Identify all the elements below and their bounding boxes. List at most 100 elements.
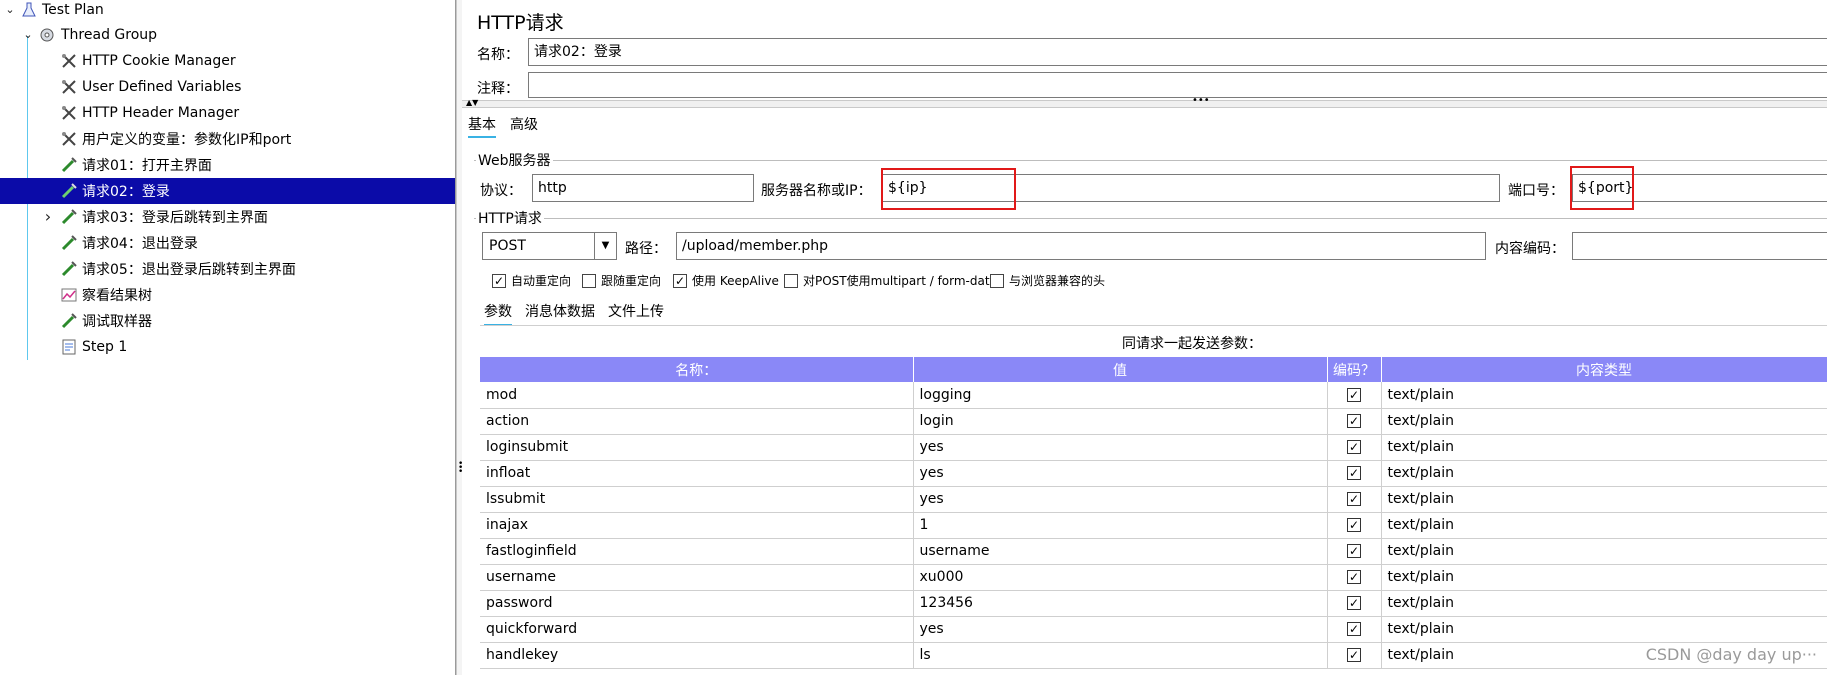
table-row[interactable]: handlekey ls ✓ text/plain xyxy=(480,642,1827,669)
param-content-type[interactable]: text/plain xyxy=(1381,616,1827,643)
param-name[interactable]: lssubmit xyxy=(480,486,914,513)
table-row[interactable]: username xu000 ✓ text/plain xyxy=(480,564,1827,591)
tree-item-request-04[interactable]: 请求04：退出登录 xyxy=(0,230,455,256)
tree-item-step-1[interactable]: Step 1 xyxy=(0,334,455,360)
param-value[interactable]: yes xyxy=(913,460,1328,487)
multipart-checkbox[interactable]: 对POST使用multipart / form-data xyxy=(784,272,997,289)
table-row[interactable]: action login ✓ text/plain xyxy=(480,408,1827,435)
param-value[interactable]: yes xyxy=(913,616,1328,643)
param-value[interactable]: login xyxy=(913,408,1328,435)
tree-item-test-plan[interactable]: ⌄ Test Plan xyxy=(0,0,455,23)
tree-item-request-02[interactable]: 请求02：登录 xyxy=(0,178,455,204)
tab-body-data[interactable]: 消息体数据 xyxy=(525,301,595,324)
param-content-type[interactable]: text/plain xyxy=(1381,486,1827,513)
table-row[interactable]: inajax 1 ✓ text/plain xyxy=(480,512,1827,539)
keepalive-checkbox[interactable]: ✓ 使用 KeepAlive xyxy=(673,272,779,289)
protocol-field[interactable]: http xyxy=(532,174,754,202)
test-plan-tree[interactable]: ⌄ Test Plan ⌄ Thread Group HTTP Cookie M… xyxy=(0,0,456,675)
param-name[interactable]: action xyxy=(480,408,914,435)
browser-headers-checkbox[interactable]: 与浏览器兼容的头 xyxy=(990,272,1105,289)
tree-item-request-05[interactable]: 请求05：退出登录后跳转到主界面 xyxy=(0,256,455,282)
param-value[interactable]: 1 xyxy=(913,512,1328,539)
chevron-down-icon[interactable]: ⌄ xyxy=(22,29,34,41)
encoding-field[interactable] xyxy=(1572,232,1827,260)
table-row[interactable]: fastloginfield username ✓ text/plain xyxy=(480,538,1827,565)
param-encode[interactable]: ✓ xyxy=(1327,590,1382,617)
column-header-content-type[interactable]: 内容类型 xyxy=(1381,357,1827,382)
table-row[interactable]: loginsubmit yes ✓ text/plain xyxy=(480,434,1827,461)
tab-parameters[interactable]: 参数 xyxy=(484,301,512,326)
param-content-type[interactable]: text/plain xyxy=(1381,590,1827,617)
param-name[interactable]: loginsubmit xyxy=(480,434,914,461)
column-header-name[interactable]: 名称： xyxy=(480,357,914,382)
tab-basic[interactable]: 基本 xyxy=(468,114,496,138)
column-header-value[interactable]: 值 xyxy=(913,357,1328,382)
tree-item-user-defined-variables[interactable]: User Defined Variables xyxy=(0,74,455,100)
follow-redirect-checkbox[interactable]: 跟随重定向 xyxy=(582,272,661,289)
param-value[interactable]: ls xyxy=(913,642,1328,669)
table-row[interactable]: lssubmit yes ✓ text/plain xyxy=(480,486,1827,513)
param-name[interactable]: infloat xyxy=(480,460,914,487)
table-row[interactable]: password 123456 ✓ text/plain xyxy=(480,590,1827,617)
column-header-encode[interactable]: 编码？ xyxy=(1327,357,1382,382)
chevron-right-icon[interactable]: › xyxy=(42,209,54,225)
param-value[interactable]: xu000 xyxy=(913,564,1328,591)
tree-item-http-cookie-manager[interactable]: HTTP Cookie Manager xyxy=(0,48,455,74)
param-encode[interactable]: ✓ xyxy=(1327,460,1382,487)
param-encode[interactable]: ✓ xyxy=(1327,512,1382,539)
param-name[interactable]: password xyxy=(480,590,914,617)
tree-item-request-03[interactable]: › 请求03：登录后跳转到主界面 xyxy=(0,204,455,230)
dropdown-arrow-icon[interactable]: ▼ xyxy=(594,233,616,259)
param-content-type[interactable]: text/plain xyxy=(1381,434,1827,461)
param-encode[interactable]: ✓ xyxy=(1327,486,1382,513)
tree-item-http-header-manager[interactable]: HTTP Header Manager xyxy=(0,100,455,126)
config-tabs: 基本 高级 xyxy=(462,110,1827,138)
param-value[interactable]: yes xyxy=(913,486,1328,513)
param-name[interactable]: quickforward xyxy=(480,616,914,643)
param-encode[interactable]: ✓ xyxy=(1327,642,1382,669)
horizontal-splitter[interactable]: ▲▼ ••• xyxy=(462,95,1827,108)
tree-item-param-variables[interactable]: 用户定义的变量：参数化IP和port xyxy=(0,126,455,152)
param-name[interactable]: inajax xyxy=(480,512,914,539)
param-value[interactable]: logging xyxy=(913,382,1328,409)
tree-item-thread-group[interactable]: ⌄ Thread Group xyxy=(0,22,455,48)
wrench-icon xyxy=(62,106,76,120)
tab-file-upload[interactable]: 文件上传 xyxy=(608,301,664,324)
collapse-arrows-icon[interactable]: ▲▼ xyxy=(466,98,478,107)
param-encode[interactable]: ✓ xyxy=(1327,382,1382,409)
path-field[interactable]: /upload/member.php xyxy=(676,232,1486,260)
table-row[interactable]: quickforward yes ✓ text/plain xyxy=(480,616,1827,643)
param-encode[interactable]: ✓ xyxy=(1327,434,1382,461)
table-row[interactable]: infloat yes ✓ text/plain xyxy=(480,460,1827,487)
param-content-type[interactable]: text/plain xyxy=(1381,512,1827,539)
param-name[interactable]: username xyxy=(480,564,914,591)
param-value[interactable]: username xyxy=(913,538,1328,565)
tree-item-view-results-tree[interactable]: 察看结果树 xyxy=(0,282,455,308)
table-row[interactable]: mod logging ✓ text/plain xyxy=(480,382,1827,409)
name-field[interactable]: 请求02：登录 xyxy=(528,38,1827,66)
param-value[interactable]: 123456 xyxy=(913,590,1328,617)
param-encode[interactable]: ✓ xyxy=(1327,538,1382,565)
param-content-type[interactable]: text/plain xyxy=(1381,564,1827,591)
comment-field[interactable] xyxy=(528,72,1827,98)
tree-item-request-01[interactable]: 请求01：打开主界面 xyxy=(0,152,455,178)
auto-redirect-checkbox[interactable]: ✓ 自动重定向 xyxy=(492,272,571,289)
chevron-down-icon[interactable]: ⌄ xyxy=(4,4,16,16)
param-encode[interactable]: ✓ xyxy=(1327,564,1382,591)
param-encode[interactable]: ✓ xyxy=(1327,408,1382,435)
tree-item-label: 请求05：退出登录后跳转到主界面 xyxy=(82,262,296,278)
method-select[interactable]: POST ▼ xyxy=(482,232,617,260)
checkbox-checked-icon: ✓ xyxy=(1347,387,1361,402)
param-name[interactable]: handlekey xyxy=(480,642,914,669)
param-content-type[interactable]: text/plain xyxy=(1381,460,1827,487)
tab-advanced[interactable]: 高级 xyxy=(510,114,538,136)
subtab-divider xyxy=(480,325,1827,326)
param-content-type[interactable]: text/plain xyxy=(1381,382,1827,409)
param-encode[interactable]: ✓ xyxy=(1327,616,1382,643)
param-content-type[interactable]: text/plain xyxy=(1381,408,1827,435)
param-content-type[interactable]: text/plain xyxy=(1381,538,1827,565)
param-value[interactable]: yes xyxy=(913,434,1328,461)
param-name[interactable]: mod xyxy=(480,382,914,409)
param-name[interactable]: fastloginfield xyxy=(480,538,914,565)
tree-item-debug-sampler[interactable]: 调试取样器 xyxy=(0,308,455,334)
